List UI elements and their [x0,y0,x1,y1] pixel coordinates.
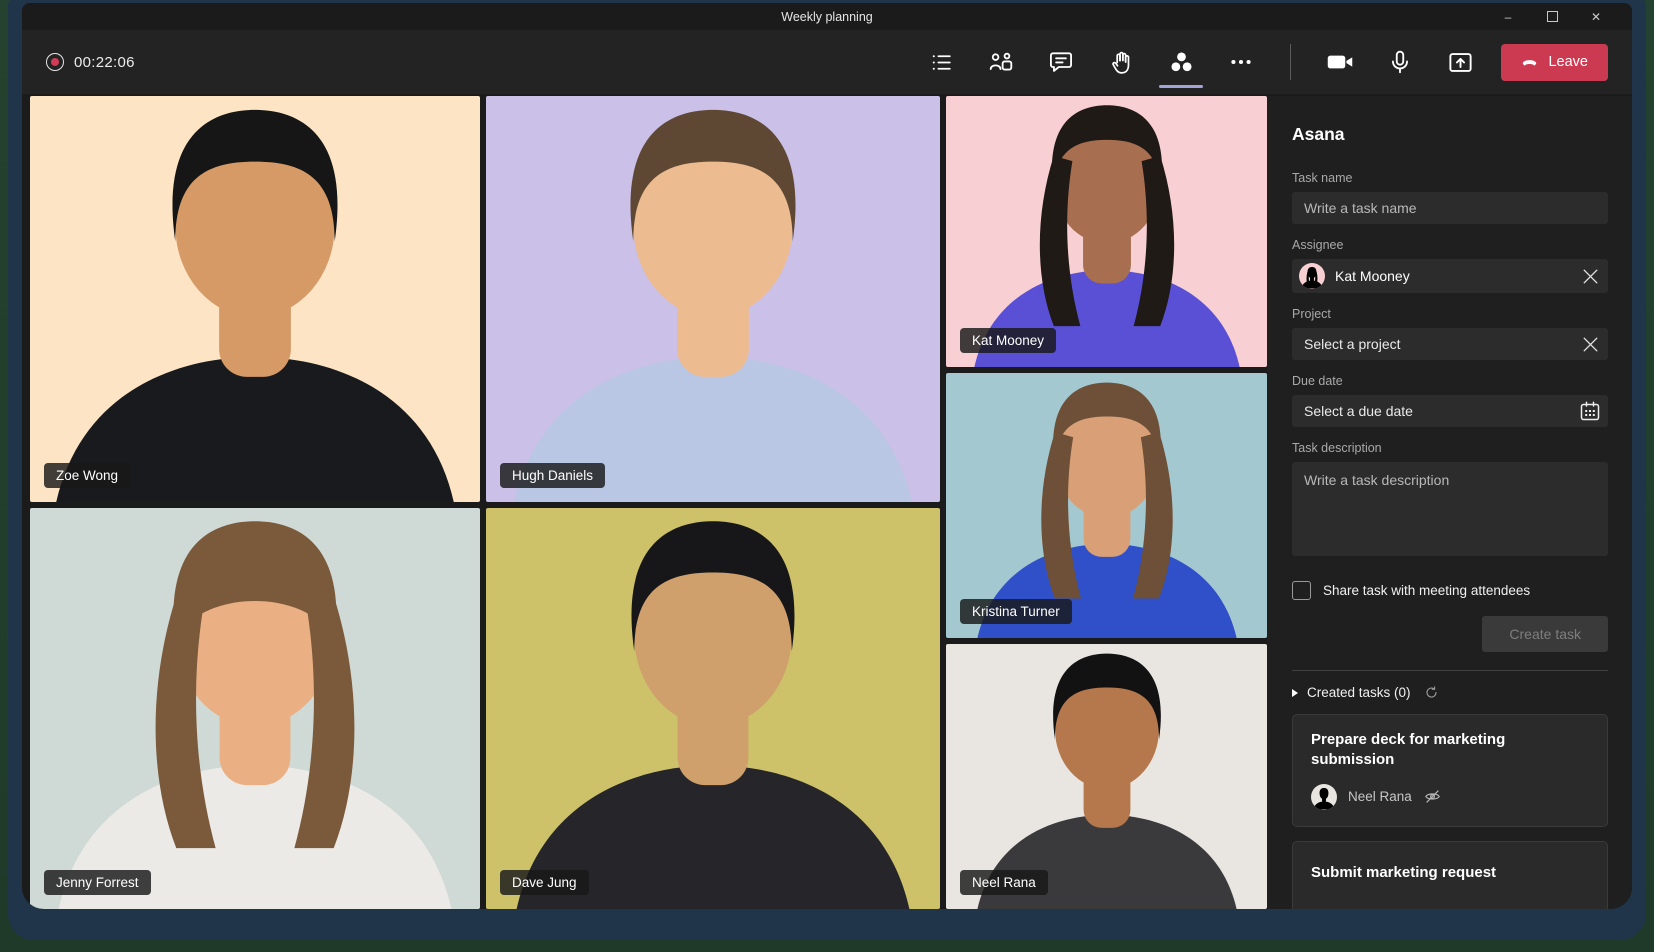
chat-icon [1048,49,1074,75]
participant-name-label: Kristina Turner [960,599,1072,624]
window-titlebar: Weekly planning – ✕ [22,3,1632,30]
share-screen-button[interactable] [1445,47,1475,77]
created-task-card[interactable]: Prepare deck for marketing submission Ne… [1292,714,1608,827]
share-screen-icon [1447,49,1474,76]
task-name-input[interactable] [1292,192,1608,224]
recording-dot-icon [46,53,64,71]
assignee-clear-button[interactable] [1578,264,1602,288]
task-assignee-avatar [1311,784,1337,810]
breakout-rooms-button[interactable] [986,47,1016,77]
active-app-underline [1159,85,1203,89]
microphone-button[interactable] [1385,47,1415,77]
more-icon [1228,49,1254,75]
close-button[interactable]: ✕ [1574,3,1618,30]
due-date-input[interactable] [1292,395,1608,427]
expand-triangle-icon [1292,689,1298,697]
project-label: Project [1292,307,1608,321]
calendar-icon [1578,399,1602,423]
recording-timer: 00:22:06 [74,54,135,71]
create-task-button[interactable]: Create task [1482,616,1608,652]
toolbar-divider [1290,44,1291,80]
project-input[interactable] [1292,328,1608,360]
video-tile[interactable]: Kat Mooney [946,96,1267,367]
participant-silhouette [30,96,480,502]
task-name-label: Task name [1292,171,1608,185]
close-icon: ✕ [1591,10,1601,24]
asana-panel: Asana Task name Assignee [1267,96,1632,909]
window-title: Weekly planning [781,10,873,24]
participant-name-label: Jenny Forrest [44,870,151,895]
created-task-card[interactable]: Submit marketing request [1292,841,1608,909]
camera-icon [1326,48,1354,76]
meeting-toolbar: 00:22:06 [22,30,1632,94]
assignee-avatar [1299,263,1325,289]
microphone-icon [1387,49,1413,75]
created-tasks-label: Created tasks (0) [1307,685,1411,700]
window-controls: – ✕ [1486,3,1618,30]
video-tile[interactable]: Dave Jung [486,508,940,909]
due-date-label: Due date [1292,374,1608,388]
task-description-input[interactable] [1292,462,1608,556]
video-tile[interactable]: Hugh Daniels [486,96,940,502]
camera-button[interactable] [1325,47,1355,77]
agenda-list-icon [929,50,954,75]
due-date-picker-button[interactable] [1578,399,1602,423]
leave-button[interactable]: Leave [1501,44,1608,81]
panel-divider [1292,670,1608,671]
video-tile[interactable]: Jenny Forrest [30,508,480,909]
assignee-field[interactable]: Kat Mooney [1292,259,1608,293]
participant-name-label: Dave Jung [500,870,589,895]
participant-silhouette [30,508,480,909]
clear-x-icon [1580,266,1601,287]
task-card-title: Prepare deck for marketing submission [1311,730,1589,770]
refresh-icon[interactable] [1424,685,1439,700]
share-task-checkbox[interactable] [1292,581,1311,600]
asana-app-icon [1168,49,1195,76]
agenda-list-button[interactable] [926,47,956,77]
eye-slash-icon [1423,787,1442,806]
hang-up-icon [1521,54,1538,71]
minimize-icon: – [1505,10,1512,24]
task-assignee-name: Neel Rana [1348,789,1412,804]
video-tile[interactable]: Neel Rana [946,644,1267,909]
participant-silhouette [486,508,940,909]
more-options-button[interactable] [1226,47,1256,77]
raise-hand-icon [1108,49,1134,75]
video-grid: Zoe Wong Hugh Daniels [30,96,1267,909]
assignee-value: Kat Mooney [1335,268,1410,284]
task-description-label: Task description [1292,441,1608,455]
assignee-label: Assignee [1292,238,1608,252]
share-task-label: Share task with meeting attendees [1323,583,1530,598]
video-tile[interactable]: Zoe Wong [30,96,480,502]
meeting-stage: Zoe Wong Hugh Daniels [22,94,1632,909]
maximize-icon [1547,11,1558,22]
participant-name-label: Kat Mooney [960,328,1056,353]
participant-name-label: Zoe Wong [44,463,130,488]
created-tasks-toggle[interactable]: Created tasks (0) [1292,685,1608,700]
recording-indicator: 00:22:06 [46,53,135,71]
maximize-button[interactable] [1530,3,1574,30]
asana-panel-title: Asana [1292,124,1608,145]
project-clear-button[interactable] [1578,332,1602,356]
breakout-rooms-icon [988,49,1014,75]
participant-name-label: Neel Rana [960,870,1048,895]
chat-button[interactable] [1046,47,1076,77]
participant-silhouette [486,96,940,502]
participant-name-label: Hugh Daniels [500,463,605,488]
raise-hand-button[interactable] [1106,47,1136,77]
video-tile[interactable]: Kristina Turner [946,373,1267,638]
leave-label: Leave [1548,54,1588,70]
participant-silhouette [947,96,1266,367]
minimize-button[interactable]: – [1486,3,1530,30]
clear-x-icon [1580,334,1601,355]
task-card-title: Submit marketing request [1311,863,1589,883]
teams-meeting-window: Weekly planning – ✕ 00:22:06 [22,3,1632,909]
asana-app-button[interactable] [1166,47,1196,77]
